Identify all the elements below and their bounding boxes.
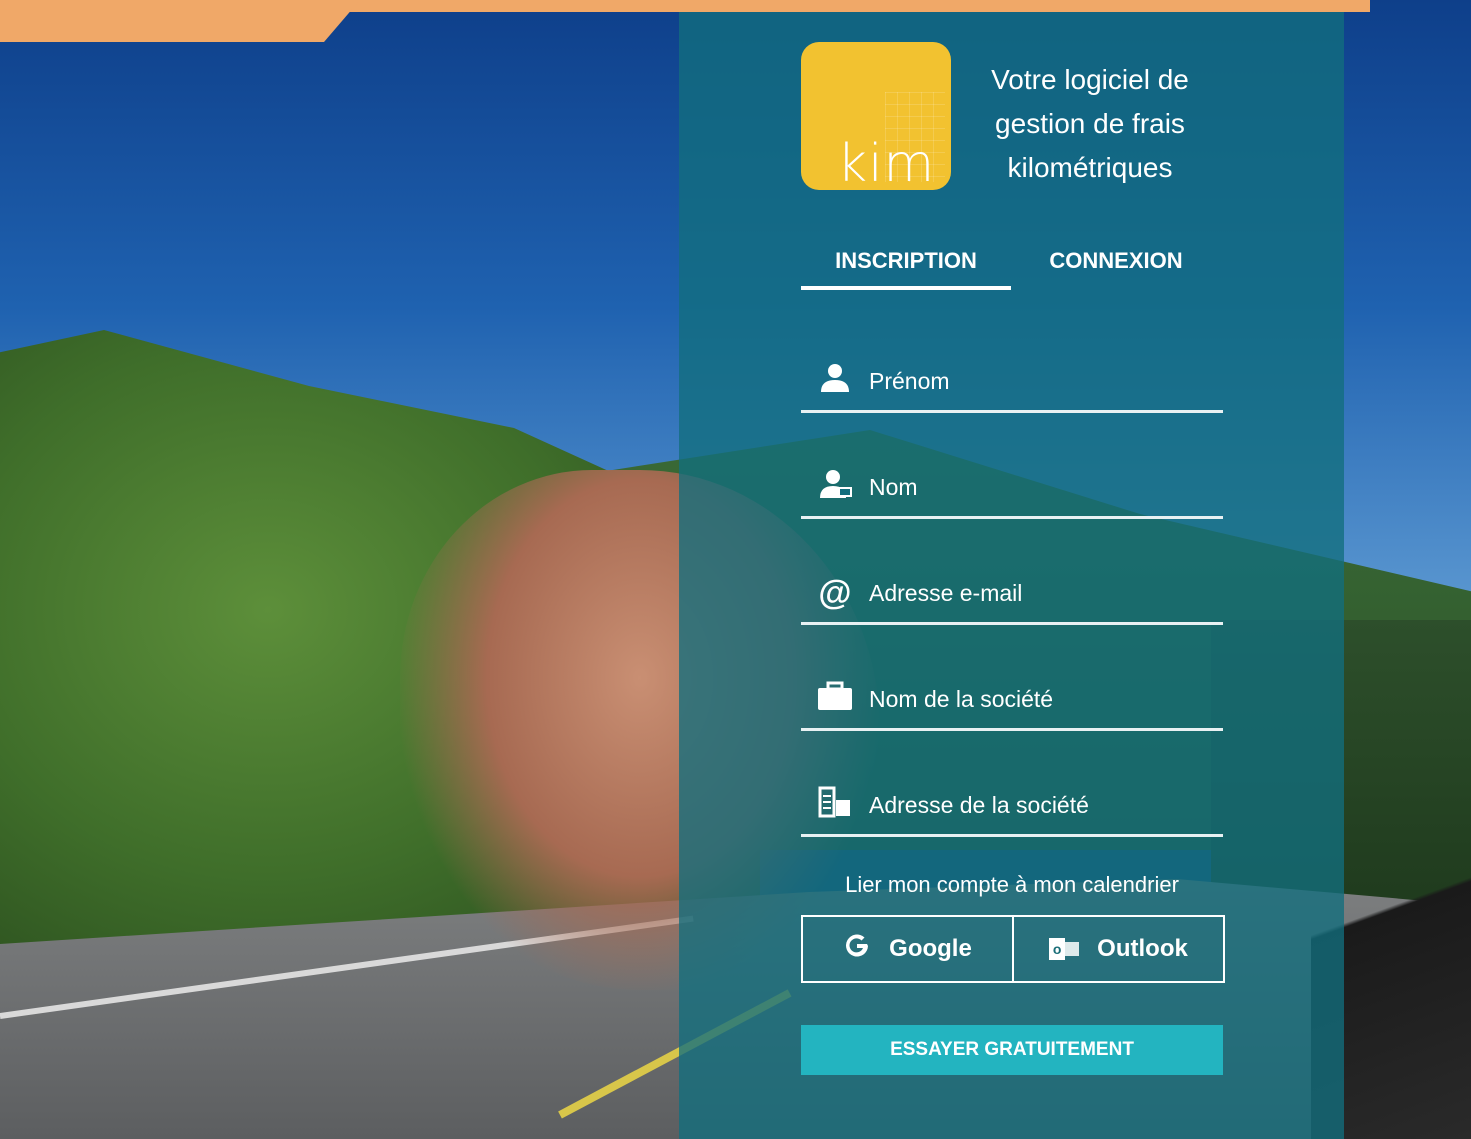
google-button[interactable]: Google <box>803 917 1012 981</box>
company-name-field <box>801 670 1223 731</box>
calendar-buttons: Google o Outlook <box>801 915 1225 983</box>
try-free-button[interactable]: ESSAYER GRATUITEMENT <box>801 1025 1223 1075</box>
first-name-field <box>801 352 1223 413</box>
user-stamp-icon <box>813 468 857 506</box>
first-name-input[interactable] <box>867 360 1211 402</box>
company-name-input[interactable] <box>867 678 1211 720</box>
tagline: Votre logiciel de gestion de frais kilom… <box>965 58 1215 190</box>
building-icon <box>813 786 857 824</box>
email-field: @ <box>801 564 1223 625</box>
outlook-button[interactable]: o Outlook <box>1012 917 1223 981</box>
last-name-field <box>801 458 1223 519</box>
email-input[interactable] <box>867 572 1211 614</box>
outlook-icon: o <box>1049 937 1080 961</box>
google-icon <box>843 932 871 967</box>
auth-tabs: INSCRIPTION CONNEXION <box>801 240 1221 290</box>
kim-logo: kim <box>801 42 951 190</box>
google-label: Google <box>889 935 972 962</box>
outlook-label: Outlook <box>1097 935 1188 962</box>
last-name-input[interactable] <box>867 466 1211 508</box>
top-left-tab <box>0 0 360 42</box>
at-icon: @ <box>818 574 852 612</box>
company-address-field <box>801 776 1223 837</box>
user-icon <box>813 362 857 400</box>
briefcase-icon <box>813 680 857 718</box>
company-address-input[interactable] <box>867 784 1211 826</box>
calendar-link-label: Lier mon compte à mon calendrier <box>845 872 1179 897</box>
logo-text: kim <box>837 134 936 190</box>
tab-connexion[interactable]: CONNEXION <box>1011 240 1221 286</box>
tab-inscription[interactable]: INSCRIPTION <box>801 240 1011 290</box>
tagline-line-2: gestion de frais <box>995 108 1185 139</box>
tagline-line-3: kilométriques <box>1007 152 1173 183</box>
tagline-line-1: Votre logiciel de <box>991 64 1189 95</box>
